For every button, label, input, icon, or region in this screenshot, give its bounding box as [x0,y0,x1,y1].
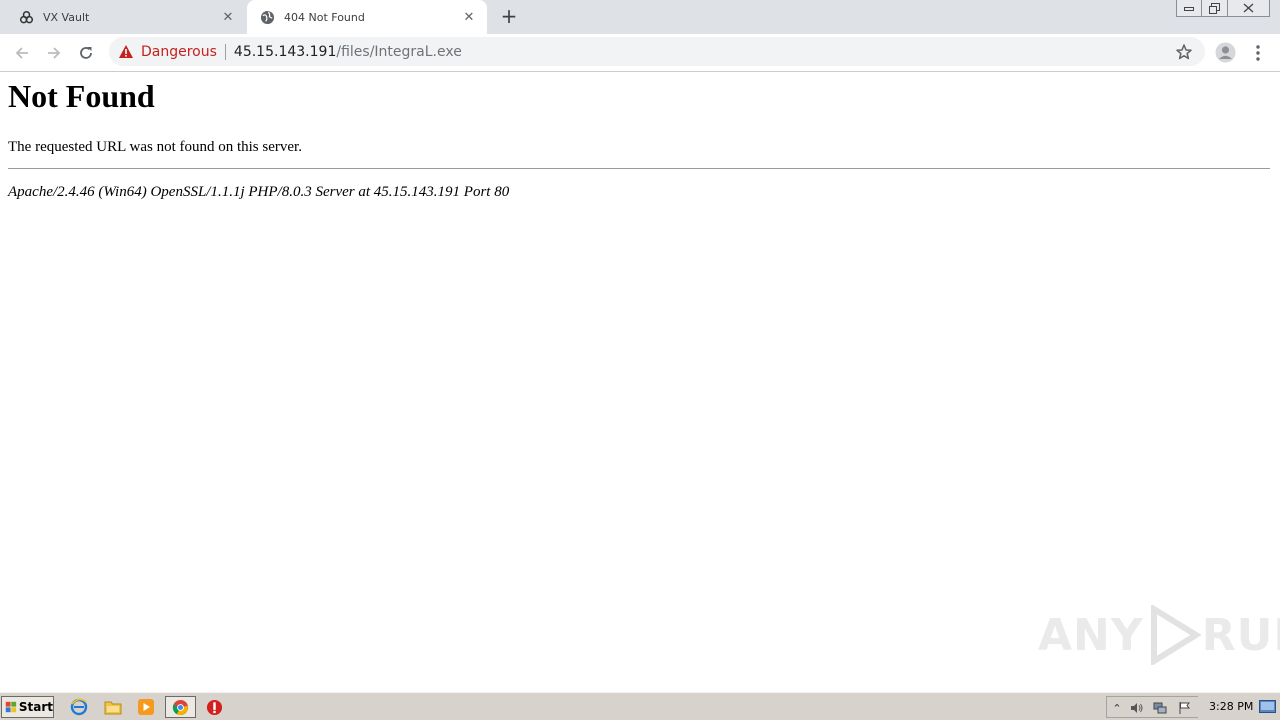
window-controls [1176,0,1270,17]
watermark-left: ANY [1038,609,1144,661]
address-bar[interactable]: Dangerous 45.15.143.191 /files/IntegraL.… [109,37,1205,66]
new-tab-button[interactable]: + [498,6,520,27]
start-label: Start [18,700,53,714]
tab-title: 404 Not Found [284,10,365,24]
error-message: The requested URL was not found on this … [8,139,302,155]
tab-strip: VX Vault ✕ 404 Not Found ✕ + [0,0,1280,34]
bookmark-star-icon[interactable] [1175,43,1193,61]
tab-vx-vault[interactable]: VX Vault ✕ [0,0,246,34]
folder-icon[interactable] [104,698,122,716]
show-desktop-icon[interactable] [1259,699,1276,713]
url-path: /files/IntegraL.exe [336,43,462,60]
profile-avatar-icon[interactable] [1215,42,1236,63]
minimize-button[interactable] [1176,0,1202,17]
more-vert-icon[interactable] [1250,43,1266,63]
minimize-icon [1184,7,1194,11]
tab-title: VX Vault [43,10,90,24]
divider [8,168,1270,169]
volume-icon[interactable] [1130,701,1144,715]
windows-flag-icon [5,701,17,713]
forward-button[interactable] [43,42,65,64]
taskbar-clock[interactable]: 3:28 PM [1209,700,1253,713]
restore-icon [1209,2,1220,14]
reload-icon [80,47,92,59]
tab-404-not-found[interactable]: 404 Not Found ✕ [247,0,487,34]
internet-explorer-icon[interactable] [70,698,88,716]
security-status-label[interactable]: Dangerous [141,44,217,60]
globe-icon [259,9,275,25]
arrow-right-icon [48,47,61,59]
chrome-icon [172,699,189,715]
page-content: Not Found The requested URL was not foun… [0,72,1280,692]
media-player-icon[interactable] [137,698,155,716]
divider [224,43,226,60]
flag-icon[interactable] [1178,701,1192,715]
reload-button[interactable] [75,42,97,64]
arrow-left-icon [15,47,28,59]
close-icon [1243,3,1254,13]
warning-icon [118,44,134,60]
close-window-button[interactable] [1228,0,1270,17]
start-button[interactable]: Start [1,696,54,718]
stop-security-icon[interactable] [205,698,223,716]
play-logo-icon [1150,605,1202,665]
close-icon[interactable]: ✕ [220,9,236,25]
biohazard-icon [18,9,34,25]
system-tray: ⌃ [1106,696,1198,718]
chrome-taskbar-button[interactable] [165,696,196,718]
chevron-up-icon[interactable]: ⌃ [1110,701,1124,715]
network-icon[interactable] [1153,701,1167,715]
server-signature: Apache/2.4.46 (Win64) OpenSSL/1.1.1j PHP… [8,184,510,200]
anyrun-watermark: ANY RUN [1038,605,1280,665]
taskbar: Start ⌃ 3:28 PM [0,692,1280,720]
page-title: Not Found [8,78,155,114]
back-button[interactable] [11,42,33,64]
restore-button[interactable] [1202,0,1228,17]
close-icon[interactable]: ✕ [461,9,477,25]
browser-toolbar: Dangerous 45.15.143.191 /files/IntegraL.… [0,34,1280,72]
url-host: 45.15.143.191 [233,43,337,60]
watermark-right: RUN [1201,609,1280,661]
